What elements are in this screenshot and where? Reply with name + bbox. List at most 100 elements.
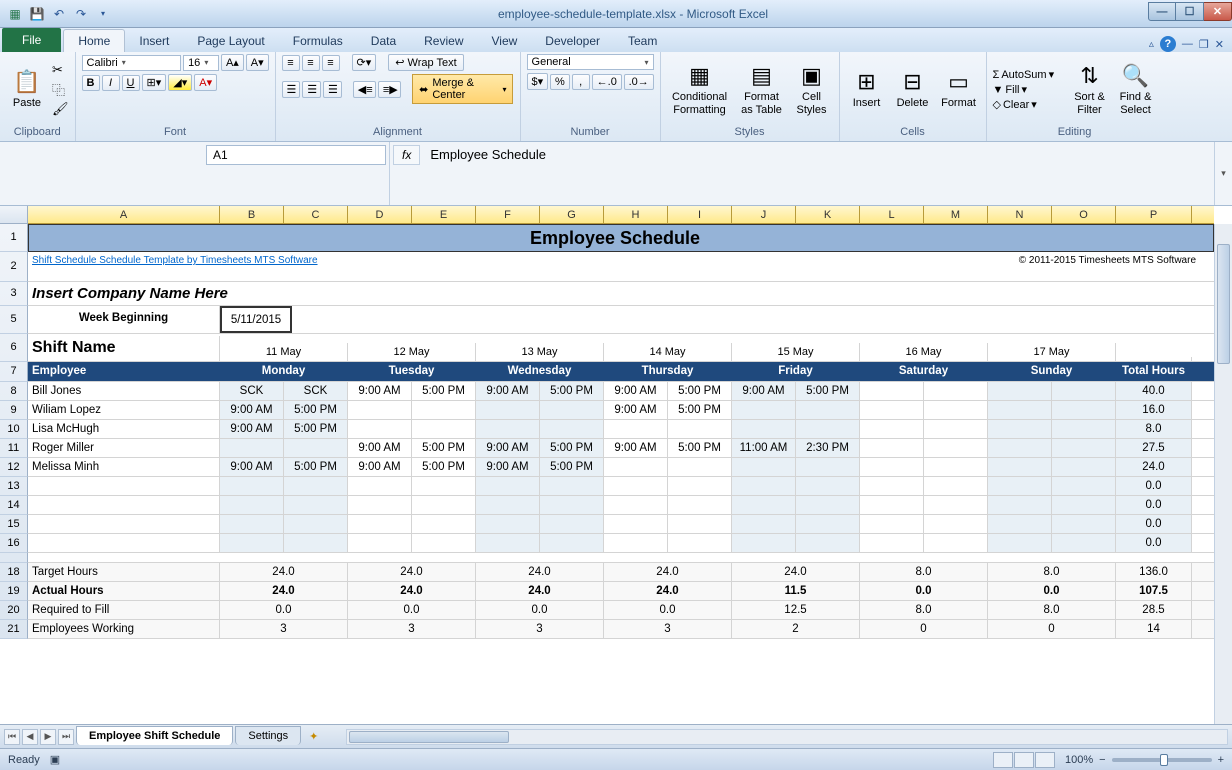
cell[interactable]: [796, 401, 860, 419]
cell[interactable]: [988, 401, 1052, 419]
border-button[interactable]: ⊞▾: [142, 74, 167, 91]
cell[interactable]: 107.5: [1116, 582, 1192, 600]
cut-icon[interactable]: ✂: [52, 62, 69, 78]
cell[interactable]: 2: [732, 620, 860, 638]
row-header[interactable]: 15: [0, 515, 28, 534]
cell[interactable]: 9:00 AM: [220, 458, 284, 476]
cell[interactable]: [860, 382, 924, 400]
cell[interactable]: 11:00 AM: [732, 439, 796, 457]
cell[interactable]: 14 May: [604, 343, 732, 361]
col-header-D[interactable]: D: [348, 206, 412, 223]
cell[interactable]: 5:00 PM: [412, 458, 476, 476]
align-bottom-button[interactable]: ≡: [322, 55, 340, 71]
cell[interactable]: [604, 477, 668, 495]
cell[interactable]: [28, 515, 220, 533]
cell[interactable]: [604, 534, 668, 552]
cell[interactable]: [348, 534, 412, 552]
col-header-P[interactable]: P: [1116, 206, 1192, 223]
tab-developer[interactable]: Developer: [531, 30, 614, 52]
cell[interactable]: 9:00 AM: [476, 458, 540, 476]
cell[interactable]: [220, 477, 284, 495]
cell[interactable]: 5:00 PM: [540, 382, 604, 400]
cell[interactable]: [732, 420, 796, 438]
cell[interactable]: [220, 534, 284, 552]
cell[interactable]: Target Hours: [28, 563, 220, 581]
cell[interactable]: [476, 496, 540, 514]
col-header-L[interactable]: L: [860, 206, 924, 223]
cell[interactable]: 0.0: [220, 601, 348, 619]
cell[interactable]: [604, 515, 668, 533]
cell[interactable]: [924, 401, 988, 419]
cell[interactable]: 9:00 AM: [220, 420, 284, 438]
cell[interactable]: [1052, 382, 1116, 400]
cell[interactable]: 0.0: [348, 601, 476, 619]
zoom-thumb[interactable]: [1160, 754, 1168, 766]
cell[interactable]: [988, 515, 1052, 533]
cell[interactable]: 8.0: [1116, 420, 1192, 438]
cell[interactable]: Employees Working: [28, 620, 220, 638]
grid[interactable]: Employee ScheduleShift Schedule Schedule…: [28, 224, 1214, 724]
cell[interactable]: Shift Schedule Schedule Template by Time…: [28, 252, 668, 281]
cell[interactable]: 14: [1116, 620, 1192, 638]
qat-dropdown-icon[interactable]: ▾: [94, 5, 112, 23]
worksheet[interactable]: ABCDEFGHIJKLMNOP 12356789101112131415161…: [0, 206, 1232, 724]
cell[interactable]: [284, 477, 348, 495]
cell[interactable]: 24.0: [604, 563, 732, 581]
comma-button[interactable]: ,: [572, 74, 590, 90]
cell[interactable]: 9:00 AM: [476, 382, 540, 400]
row-header[interactable]: 16: [0, 534, 28, 553]
cell[interactable]: [668, 420, 732, 438]
sort-filter-button[interactable]: ⇅Sort & Filter: [1069, 57, 1111, 123]
row-header[interactable]: 11: [0, 439, 28, 458]
cell[interactable]: [476, 477, 540, 495]
cell[interactable]: Required to Fill: [28, 601, 220, 619]
cell[interactable]: [28, 477, 220, 495]
cell[interactable]: 5:00 PM: [284, 458, 348, 476]
cell[interactable]: [924, 515, 988, 533]
cell[interactable]: [348, 401, 412, 419]
cell[interactable]: [1052, 401, 1116, 419]
grow-font-button[interactable]: A▴: [221, 54, 244, 71]
cell[interactable]: 24.0: [476, 582, 604, 600]
tab-insert[interactable]: Insert: [125, 30, 183, 52]
cell[interactable]: [284, 496, 348, 514]
find-select-button[interactable]: 🔍Find & Select: [1115, 57, 1157, 123]
cell[interactable]: 24.0: [220, 563, 348, 581]
align-right-button[interactable]: ☰: [323, 81, 342, 98]
cell[interactable]: [732, 477, 796, 495]
col-header-B[interactable]: B: [220, 206, 284, 223]
italic-button[interactable]: I: [102, 75, 120, 91]
cell[interactable]: [924, 439, 988, 457]
cell[interactable]: 15 May: [732, 343, 860, 361]
cell[interactable]: [860, 458, 924, 476]
decrease-indent-button[interactable]: ◀≡: [353, 81, 376, 98]
cell[interactable]: [796, 496, 860, 514]
expand-formula-bar-icon[interactable]: ▾: [1214, 142, 1232, 205]
cell[interactable]: 5:00 PM: [540, 439, 604, 457]
autosum-button[interactable]: Σ AutoSum ▾: [993, 68, 1065, 81]
cell[interactable]: [348, 477, 412, 495]
cell[interactable]: 9:00 AM: [220, 401, 284, 419]
cell[interactable]: 40.0: [1116, 382, 1192, 400]
cell[interactable]: 9:00 AM: [476, 439, 540, 457]
zoom-in-button[interactable]: +: [1218, 754, 1224, 766]
cell[interactable]: Friday: [732, 362, 860, 381]
cell[interactable]: [412, 477, 476, 495]
cell[interactable]: [604, 496, 668, 514]
col-header-H[interactable]: H: [604, 206, 668, 223]
cell[interactable]: [668, 515, 732, 533]
format-painter-icon[interactable]: 🖌: [52, 101, 69, 117]
font-family-select[interactable]: Calibri▾: [82, 55, 182, 71]
col-header-G[interactable]: G: [540, 206, 604, 223]
cell[interactable]: 0.0: [1116, 496, 1192, 514]
cell[interactable]: [860, 534, 924, 552]
cell[interactable]: [1052, 420, 1116, 438]
cell[interactable]: SCK: [220, 382, 284, 400]
format-as-table-button[interactable]: ▤Format as Table: [737, 57, 787, 123]
cell[interactable]: [988, 439, 1052, 457]
bold-button[interactable]: B: [82, 75, 100, 91]
cell[interactable]: 9:00 AM: [604, 401, 668, 419]
cell[interactable]: Monday: [220, 362, 348, 381]
tab-formulas[interactable]: Formulas: [279, 30, 357, 52]
cell[interactable]: [668, 458, 732, 476]
